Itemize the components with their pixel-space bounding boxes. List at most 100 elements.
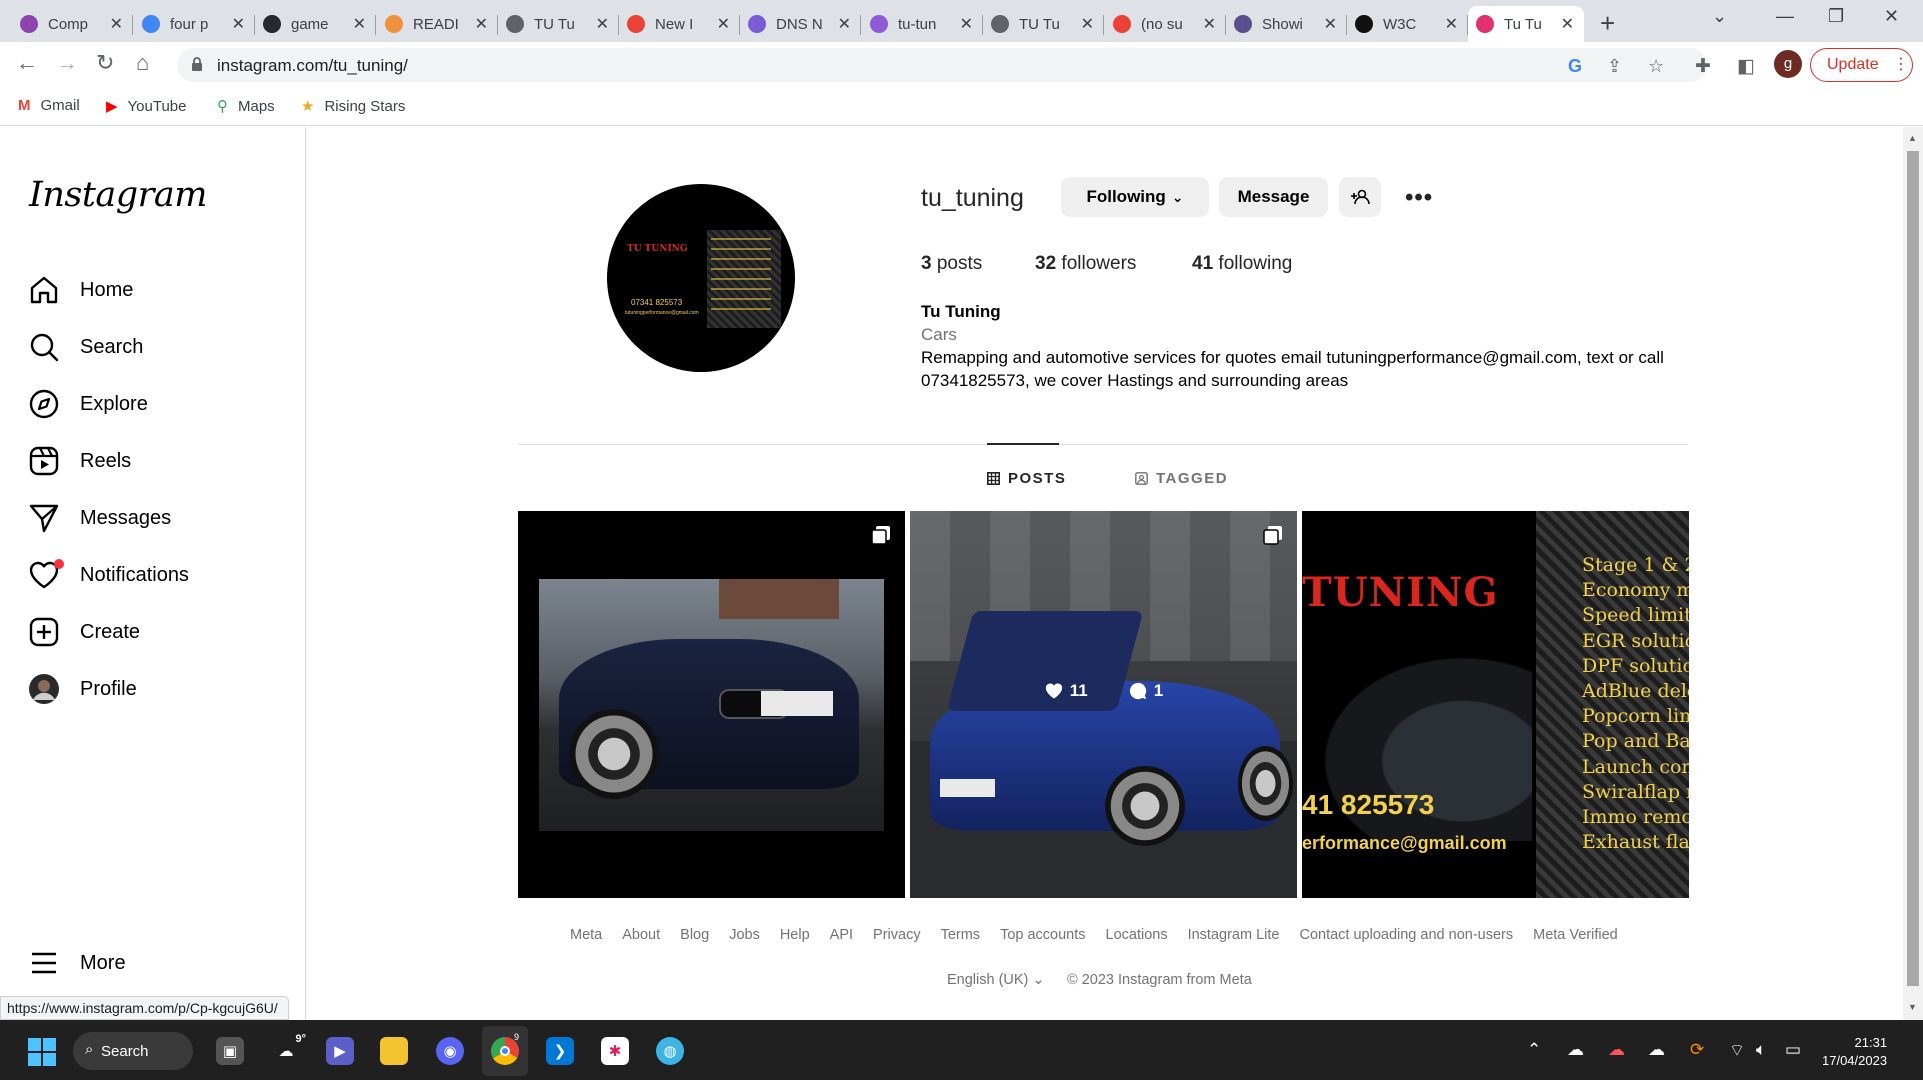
close-tab-icon[interactable]: ✕ xyxy=(717,14,730,34)
close-tab-icon[interactable]: ✕ xyxy=(1324,14,1337,34)
footer-link[interactable]: Contact uploading and non-users xyxy=(1299,927,1513,943)
onedrive-icon[interactable]: ☁ xyxy=(1567,1040,1584,1060)
new-tab-button[interactable]: + xyxy=(1600,8,1615,39)
discord-icon[interactable]: ◉ xyxy=(436,1037,464,1065)
bookmark-youtube[interactable]: ▶ YouTube xyxy=(106,97,187,116)
footer-link[interactable]: Meta xyxy=(570,927,602,943)
footer-link[interactable]: Terms xyxy=(941,927,980,943)
footer-link[interactable]: Top accounts xyxy=(1000,927,1085,943)
close-tab-icon[interactable]: ✕ xyxy=(960,14,973,34)
following-button[interactable]: Following ⌄ xyxy=(1061,177,1209,217)
browser-tab[interactable]: New I ✕ xyxy=(619,6,740,42)
bookmark-star-icon[interactable]: ☆ xyxy=(1648,56,1664,77)
footer-link[interactable]: Locations xyxy=(1106,927,1168,943)
slack-icon[interactable]: ✱ xyxy=(601,1037,629,1065)
wifi-icon[interactable]: ⌔ xyxy=(1729,1040,1745,1061)
browser-tab[interactable]: READI ✕ xyxy=(377,6,498,42)
share-icon[interactable]: ⇪ xyxy=(1607,56,1622,77)
more-options-icon[interactable]: ••• xyxy=(1405,184,1433,212)
lock-icon[interactable] xyxy=(191,56,203,72)
close-window-button[interactable]: ✕ xyxy=(1884,6,1899,27)
instagram-logo[interactable]: Instagram xyxy=(29,175,207,215)
language-selector[interactable]: English (UK) ⌄ xyxy=(947,972,1045,988)
footer-link[interactable]: Jobs xyxy=(729,927,760,943)
browser-tab[interactable]: DNS N ✕ xyxy=(740,6,861,42)
sidebar-item-profile[interactable]: Profile xyxy=(28,669,137,709)
close-tab-icon[interactable]: ✕ xyxy=(1203,14,1216,34)
close-tab-icon[interactable]: ✕ xyxy=(1561,14,1574,34)
sidebar-item-search[interactable]: Search xyxy=(28,327,143,367)
bookmark-rising-stars[interactable]: ★ Rising Stars xyxy=(301,97,405,116)
close-tab-icon[interactable]: ✕ xyxy=(1445,14,1458,34)
scrollbar-thumb[interactable] xyxy=(1907,151,1919,986)
close-tab-icon[interactable]: ✕ xyxy=(596,14,609,34)
followers-count[interactable]: 32 followers xyxy=(1035,253,1136,275)
footer-link[interactable]: API xyxy=(830,927,853,943)
close-tab-icon[interactable]: ✕ xyxy=(475,14,488,34)
weather-widget-icon[interactable]: ☁ 9° xyxy=(272,1033,307,1065)
post-thumbnail-1[interactable] xyxy=(518,511,905,898)
back-button[interactable]: ← xyxy=(16,50,38,76)
onedrive-error-icon[interactable]: ☁ xyxy=(1608,1040,1625,1060)
globe-app-icon[interactable]: ◍ xyxy=(656,1037,684,1065)
minimize-button[interactable]: — xyxy=(1776,6,1794,27)
side-panel-icon[interactable]: ◧ xyxy=(1737,55,1755,78)
browser-tab[interactable]: Tu Tu ✕ xyxy=(1468,6,1584,42)
chrome-profile-avatar[interactable]: g xyxy=(1774,50,1802,78)
sidebar-item-reels[interactable]: Reels xyxy=(28,441,131,481)
following-count[interactable]: 41 following xyxy=(1192,253,1292,275)
taskbar-search-box[interactable]: ⌕ Search xyxy=(73,1032,193,1070)
windows-start-icon[interactable] xyxy=(28,1038,56,1066)
close-tab-icon[interactable]: ✕ xyxy=(110,14,123,34)
scroll-up-arrow-icon[interactable]: ▲ xyxy=(1908,133,1917,143)
sidebar-item-create[interactable]: Create xyxy=(28,612,140,652)
update-button[interactable]: Update ⋮ xyxy=(1810,48,1913,82)
footer-link[interactable]: Instagram Lite xyxy=(1188,927,1280,943)
tab-search-icon[interactable]: ⌄ xyxy=(1712,6,1727,27)
sidebar-item-messages[interactable]: Messages xyxy=(28,498,171,538)
browser-tab[interactable]: W3C ✕ xyxy=(1347,6,1468,42)
address-bar[interactable]: instagram.com/tu_tuning/ G ⇪ ☆ xyxy=(177,48,1707,82)
footer-link[interactable]: Blog xyxy=(680,927,709,943)
scroll-down-arrow-icon[interactable]: ▼ xyxy=(1908,1002,1917,1012)
google-lens-icon[interactable]: G xyxy=(1568,56,1582,77)
sync-icon[interactable]: ⟳ xyxy=(1690,1040,1704,1060)
sidebar-item-notifications[interactable]: Notifications xyxy=(28,555,189,595)
volume-icon[interactable]: 🔈︎ xyxy=(1756,1040,1766,1060)
browser-tab[interactable]: TU Tu ✕ xyxy=(983,6,1104,42)
post-thumbnail-2[interactable]: 11 1 xyxy=(910,511,1297,898)
footer-link[interactable]: About xyxy=(622,927,660,943)
bookmark-gmail[interactable]: M Gmail xyxy=(18,97,80,114)
extensions-icon[interactable]: ✚ xyxy=(1695,55,1711,78)
browser-tab[interactable]: four p ✕ xyxy=(134,6,255,42)
post-thumbnail-3[interactable]: TUNING 41 825573 erformance@gmail.com St… xyxy=(1302,511,1689,898)
footer-link[interactable]: Meta Verified xyxy=(1533,927,1618,943)
url-text[interactable]: instagram.com/tu_tuning/ xyxy=(217,56,408,76)
close-tab-icon[interactable]: ✕ xyxy=(838,14,851,34)
maximize-button[interactable]: ❐ xyxy=(1828,6,1844,27)
close-tab-icon[interactable]: ✕ xyxy=(353,14,366,34)
page-scrollbar[interactable]: ▲ ▼ xyxy=(1903,127,1923,1020)
home-button[interactable]: ⌂ xyxy=(136,50,149,76)
reload-button[interactable]: ↻ xyxy=(96,50,114,76)
teams-chat-icon[interactable]: ▶ xyxy=(326,1037,354,1065)
sidebar-item-home[interactable]: Home xyxy=(28,270,133,310)
task-view-icon[interactable]: ▣ xyxy=(216,1037,244,1065)
forward-button[interactable]: → xyxy=(56,50,78,76)
browser-tab[interactable]: Showi ✕ xyxy=(1226,6,1347,42)
footer-link[interactable]: Privacy xyxy=(873,927,921,943)
browser-tab[interactable]: (no su ✕ xyxy=(1105,6,1226,42)
message-button[interactable]: Message xyxy=(1219,177,1328,217)
show-hidden-icons-icon[interactable]: ⌃ xyxy=(1527,1040,1541,1060)
bookmark-maps[interactable]: ⚲ Maps xyxy=(217,97,275,116)
browser-tab[interactable]: tu-tun ✕ xyxy=(862,6,983,42)
tab-posts[interactable]: POSTS xyxy=(987,470,1066,487)
file-explorer-icon[interactable] xyxy=(380,1037,408,1065)
close-tab-icon[interactable]: ✕ xyxy=(1081,14,1094,34)
footer-link[interactable]: Help xyxy=(780,927,810,943)
onedrive-sync-icon[interactable]: ☁ xyxy=(1648,1040,1665,1060)
sidebar-item-explore[interactable]: Explore xyxy=(28,384,148,424)
battery-icon[interactable]: ▭ xyxy=(1785,1040,1801,1060)
browser-tab[interactable]: TU Tu ✕ xyxy=(498,6,619,42)
browser-tab[interactable]: Comp ✕ xyxy=(12,6,133,42)
